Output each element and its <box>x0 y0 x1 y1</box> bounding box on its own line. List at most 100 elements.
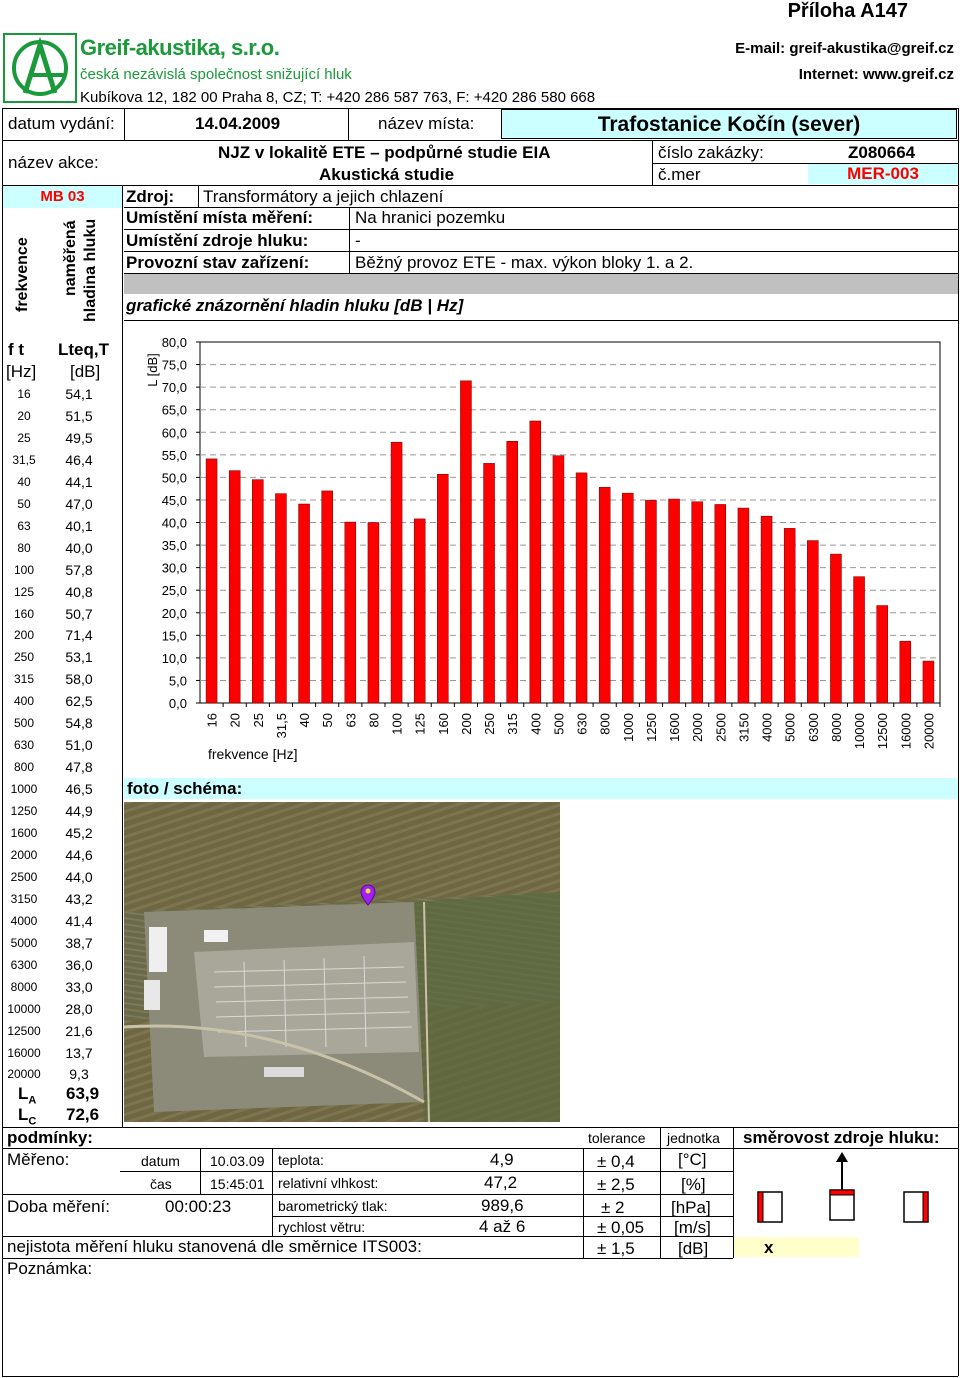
directivity-left-icon <box>757 1191 783 1223</box>
bar-500 <box>552 455 565 704</box>
x-tick-label: 12500 <box>875 713 890 749</box>
x-tick-label: 10000 <box>852 713 867 749</box>
bar-80 <box>367 522 380 704</box>
bar-1250 <box>645 500 657 704</box>
measure-date: 10.03.09 <box>210 1153 265 1169</box>
row-frequency: 1250 <box>10 804 38 819</box>
row-level: 53,1 <box>65 649 93 666</box>
bar-12500 <box>876 605 888 704</box>
y-tick-label: 5,0 <box>169 673 187 688</box>
bar-20 <box>228 470 241 704</box>
row-level: 44,0 <box>65 868 93 885</box>
table-row: 400 62,5 <box>4 690 122 712</box>
location-pin-icon <box>360 884 376 906</box>
row-level: 51,0 <box>65 737 93 754</box>
row-level: 9,3 <box>69 1066 89 1083</box>
table-row: 1600 45,2 <box>4 822 122 844</box>
side-label-level-1: naměřená <box>62 220 79 296</box>
issue-date: 14.04.2009 <box>195 114 281 133</box>
pressure-value: 989,6 <box>481 1196 524 1215</box>
row-level: 58,0 <box>65 671 93 688</box>
x-tick-label: 100 <box>390 713 405 735</box>
photo-label-bar <box>124 778 958 799</box>
bar-10000 <box>853 576 865 704</box>
row-level: 40,0 <box>65 539 93 556</box>
bar-2000 <box>691 501 703 704</box>
row-frequency: 12500 <box>7 1023 41 1038</box>
row-level: 38,7 <box>65 934 93 951</box>
row-frequency: 400 <box>13 694 35 709</box>
x-tick-label: 3150 <box>736 713 751 742</box>
x-tick-label: 160 <box>436 713 451 735</box>
directivity-right-icon <box>903 1191 929 1223</box>
x-tick-label: 25 <box>251 713 266 727</box>
bar-400 <box>529 420 542 704</box>
row-frequency: 10000 <box>7 1001 41 1016</box>
row-frequency: 1600 <box>10 826 38 840</box>
location-label: Umístění místa měření: <box>126 208 314 227</box>
humidity-value: 47,2 <box>484 1173 518 1192</box>
row-level: 21,6 <box>65 1022 93 1039</box>
row-level: 44,1 <box>65 473 93 490</box>
temperature-label: teplota: <box>278 1152 324 1168</box>
bar-1000 <box>622 492 634 704</box>
row-level: 40,1 <box>65 517 93 534</box>
y-tick-label: 70,0 <box>162 380 187 395</box>
x-tick-label: 1000 <box>621 713 636 742</box>
x-tick-label: 2500 <box>713 713 728 742</box>
place-name: Trafostanice Kočín (sever) <box>501 109 957 139</box>
temperature-unit: [°C] <box>678 1150 707 1169</box>
row-frequency: 20 <box>17 408 31 423</box>
bar-16 <box>205 458 218 704</box>
row-level: 62,5 <box>65 693 93 710</box>
company-email[interactable]: E-mail: greif-akustika@greif.cz <box>735 40 954 57</box>
place-label: název místa: <box>378 114 475 133</box>
row-frequency: 1000 <box>10 782 38 797</box>
up-arrow-icon <box>836 1152 848 1192</box>
row-frequency: 50 <box>17 496 31 511</box>
action-line2: Akustická studie <box>319 165 455 184</box>
col-level-header: Lteq,T <box>58 340 109 359</box>
bar-16000 <box>899 640 912 704</box>
table-row: 4000 41,4 <box>4 910 122 932</box>
row-frequency: 160 <box>13 606 35 621</box>
row-frequency: 80 <box>17 540 31 555</box>
x-tick-label: 5000 <box>783 713 798 742</box>
bar-315 <box>506 441 518 704</box>
row-level: 28,0 <box>65 1000 93 1017</box>
row-frequency: 3150 <box>10 891 38 906</box>
pressure-tolerance: ± 2 <box>601 1198 625 1217</box>
measured-label: Měřeno: <box>7 1150 70 1169</box>
table-row: 500 54,8 <box>4 712 122 734</box>
row-level: 54,1 <box>65 386 93 402</box>
table-row: 20000 9,3 <box>4 1063 122 1085</box>
humidity-unit: [%] <box>681 1175 706 1194</box>
separator-bar <box>124 274 958 294</box>
table-row: 25 49,5 <box>4 427 122 449</box>
side-label-level-2: hladina hluku <box>82 218 99 322</box>
table-row: 16 54,1 <box>4 383 122 405</box>
action-line1: NJZ v lokalitě ETE – podpůrné studie EIA <box>218 143 551 162</box>
row-frequency: 2000 <box>10 847 38 862</box>
x-tick-label: 63 <box>343 713 358 727</box>
x-tick-label: 8000 <box>829 713 844 742</box>
y-tick-label: 10,0 <box>162 651 187 666</box>
y-tick-label: 80,0 <box>162 335 187 350</box>
bar-25 <box>252 479 264 704</box>
wind-unit: [m/s] <box>674 1218 711 1237</box>
company-internet[interactable]: Internet: www.greif.cz <box>799 66 954 83</box>
table-row: 80 40,0 <box>4 537 122 559</box>
bar-160 <box>437 473 449 704</box>
bar-100 <box>390 441 403 704</box>
x-tick-label: 6300 <box>806 713 821 742</box>
aerial-photo <box>124 802 560 1122</box>
measurement-point-id: MB 03 <box>3 186 122 208</box>
bar-4000 <box>760 515 773 704</box>
row-level: 33,0 <box>65 978 93 995</box>
company-tagline: česká nezávislá společnost snižující hlu… <box>80 66 352 83</box>
bar-3150 <box>737 507 750 704</box>
y-axis-label: L [dB] <box>145 353 160 386</box>
bar-40 <box>298 503 310 704</box>
bar-125 <box>413 518 426 704</box>
row-level: 36,0 <box>65 956 93 973</box>
